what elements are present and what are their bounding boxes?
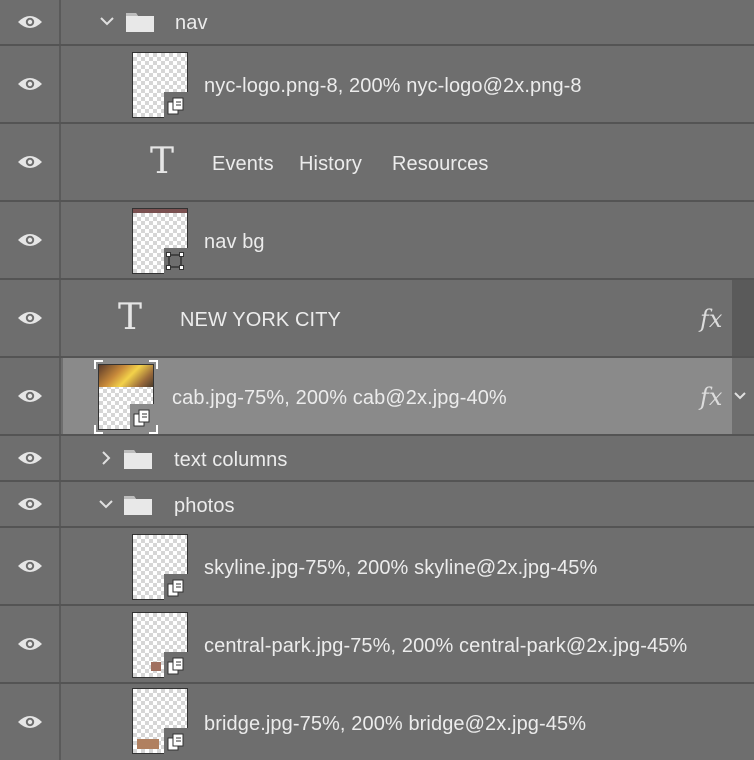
layer-name: skyline.jpg-75%, 200% skyline@2x.jpg-45% [204,557,598,579]
layer-name: bridge.jpg-75%, 200% bridge@2x.jpg-45% [204,713,587,735]
visibility-toggle[interactable] [0,528,61,604]
chevron-right-icon[interactable] [100,450,112,466]
layer-name: cab.jpg-75%, 200% cab@2x.jpg-40% [172,387,507,409]
photo-preview-fragment [137,739,159,749]
visibility-toggle[interactable] [0,46,61,122]
layer-thumbnail [133,689,188,754]
layer-effects-icon[interactable]: fx [700,383,722,411]
layer-name: NEW YORK CITY [180,309,341,331]
layer-row-skyline[interactable]: skyline.jpg-75%, 200% skyline@2x.jpg-45% [0,528,754,606]
visibility-toggle[interactable] [0,280,61,356]
layer-name-word: History [299,153,362,175]
eye-icon [17,390,42,402]
layer-row-text-columns-group[interactable]: text columns [0,436,754,482]
selection-corners-icon [94,360,158,434]
layer-row-cab-selected[interactable]: cab.jpg-75%, 200% cab@2x.jpg-40% fx [0,358,754,436]
visibility-toggle[interactable] [0,684,61,760]
layer-name: nav bg [204,231,265,253]
eye-icon [17,716,42,728]
smart-object-badge-icon [167,579,184,597]
smart-object-badge-icon [167,657,184,675]
text-layer-icon: T [118,297,143,338]
folder-icon [124,496,152,515]
layer-row-nyc-logo[interactable]: nyc-logo.png-8, 200% nyc-logo@2x.png-8 [0,46,754,124]
eye-icon [17,638,42,650]
selected-highlight: cab.jpg-75%, 200% cab@2x.jpg-40% fx [63,358,732,434]
chevron-down-icon[interactable] [99,15,115,27]
layer-name: central-park.jpg-75%, 200% central-park@… [204,635,688,657]
layer-thumbnail [133,209,188,274]
layer-thumbnail [94,360,158,434]
smart-object-badge-icon [167,97,184,115]
eye-icon [17,16,42,28]
visibility-toggle[interactable] [0,436,61,480]
visibility-toggle[interactable] [0,606,61,682]
folder-icon [126,13,154,32]
layer-row-nav-links-text[interactable]: T Events History Resources [0,124,754,202]
layer-name: text columns [174,449,288,471]
visibility-toggle[interactable] [0,202,61,278]
layer-thumbnail [133,613,188,678]
eye-icon [17,312,42,324]
scrollbar-thumb[interactable] [732,280,754,356]
eye-icon [17,156,42,168]
layer-thumbnail [133,53,188,118]
eye-icon [17,234,42,246]
layer-name: photos [174,495,235,517]
layer-row-bridge[interactable]: bridge.jpg-75%, 200% bridge@2x.jpg-45% [0,684,754,760]
folder-icon [124,450,152,469]
visibility-toggle[interactable] [0,124,61,200]
layer-effects-icon[interactable]: fx [700,305,722,333]
smart-object-badge-icon [167,733,184,751]
layer-row-nav-bg[interactable]: nav bg [0,202,754,280]
chevron-down-icon[interactable] [98,498,114,510]
visibility-toggle[interactable] [0,0,61,44]
layer-row-photos-group[interactable]: photos [0,482,754,528]
chevron-down-icon[interactable] [733,391,747,401]
layer-name-word: Resources [392,153,489,175]
layer-name-word: Events [212,153,274,175]
eye-icon [17,498,42,510]
layer-name: nav [175,12,208,34]
layer-thumbnail [133,535,188,600]
visibility-toggle[interactable] [0,358,61,434]
layers-panel: nav nyc-logo.png-8, 200% nyc-logo@2x.png… [0,0,754,760]
visibility-toggle[interactable] [0,482,61,526]
eye-icon [17,78,42,90]
layer-name: nyc-logo.png-8, 200% nyc-logo@2x.png-8 [204,75,582,97]
vector-shape-badge-icon [166,252,184,270]
layer-row-central-park[interactable]: central-park.jpg-75%, 200% central-park@… [0,606,754,684]
photo-preview-fragment [151,662,161,671]
layer-row-new-york-city[interactable]: T NEW YORK CITY fx [0,280,754,358]
layer-row-nav-group[interactable]: nav [0,0,754,46]
eye-icon [17,560,42,572]
eye-icon [17,452,42,464]
text-layer-icon: T [150,141,175,182]
